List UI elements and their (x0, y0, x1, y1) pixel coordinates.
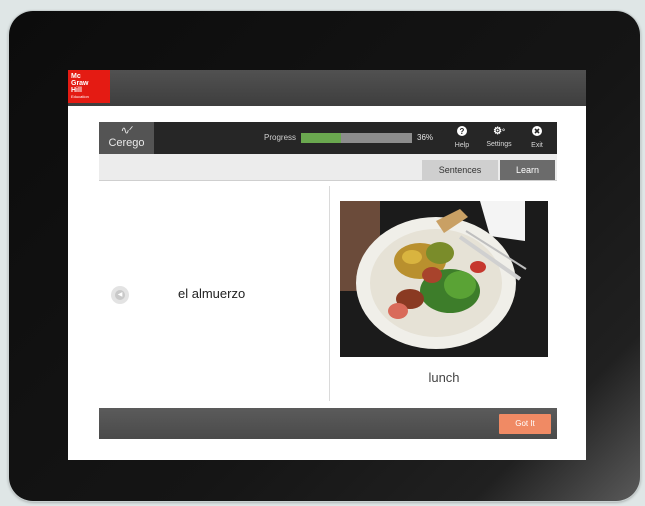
app-topbar: Mc Graw Hill Education (68, 70, 586, 106)
cerego-logo: ∿ᐟ Cerego (99, 122, 154, 154)
exit-label: Exit (531, 142, 543, 149)
mode-tabs: Sentences Learn (99, 154, 557, 181)
exit-button[interactable]: Exit (526, 126, 548, 149)
help-label: Help (454, 142, 470, 149)
help-button[interactable]: ? Help (450, 126, 474, 149)
cerego-name: Cerego (108, 137, 145, 149)
lunch-photo (340, 201, 548, 357)
logo-line-1: Mc (71, 73, 81, 80)
progress-bar (301, 133, 412, 143)
tab-learn[interactable]: Learn (500, 160, 555, 180)
audio-icon: ◀ (115, 290, 125, 300)
app-screen: Mc Graw Hill Education ∿ᐟ Cerego Progres… (68, 70, 586, 460)
logo-line-3: Hill (71, 87, 82, 94)
audio-button[interactable]: ◀ (111, 286, 129, 304)
settings-button[interactable]: ⚙° Settings (482, 126, 516, 148)
cerego-toolbar: ∿ᐟ Cerego Progress 36% ? Help ⚙° Setting… (99, 122, 557, 154)
mcgraw-hill-logo: Mc Graw Hill Education (68, 70, 110, 103)
progress-fill (301, 133, 341, 143)
got-it-button[interactable]: Got It (499, 414, 551, 434)
settings-label: Settings (486, 141, 512, 148)
svg-text:?: ? (460, 127, 465, 136)
logo-subline: Education (71, 94, 89, 99)
help-icon: ? (450, 126, 474, 140)
food-plate-image (340, 201, 548, 357)
exit-icon (526, 126, 548, 140)
settings-icon: ⚙° (493, 126, 505, 137)
tab-sentences[interactable]: Sentences (422, 160, 498, 180)
action-bar: Got It (99, 408, 557, 439)
term-text: el almuerzo (178, 286, 246, 301)
panel-divider (329, 186, 330, 401)
translation-text: lunch (428, 370, 460, 385)
cerego-wave-icon: ∿ᐟ (120, 125, 134, 137)
progress-label: Progress (264, 133, 297, 142)
logo-line-2: Graw (71, 80, 89, 87)
progress-percent: 36% (417, 133, 434, 142)
